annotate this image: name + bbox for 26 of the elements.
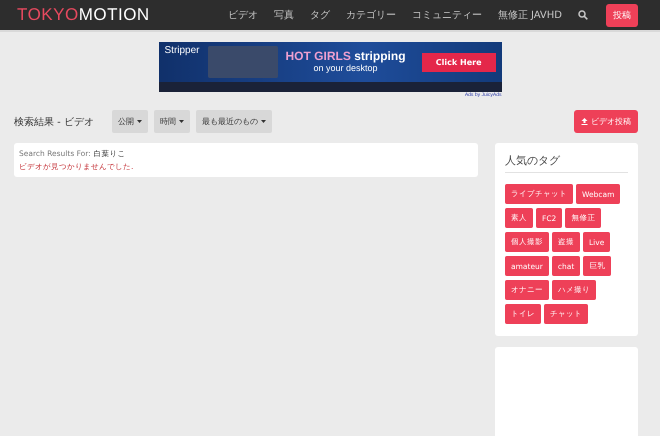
ad-subline: on your desktop — [314, 64, 378, 74]
nav-link[interactable]: タグ — [310, 8, 330, 22]
caret-icon — [260, 120, 266, 123]
caret-icon — [178, 120, 184, 123]
nav-link[interactable]: コミュニティー — [412, 8, 482, 22]
nav-link[interactable]: カテゴリー — [346, 8, 396, 22]
search-icon[interactable] — [578, 10, 588, 20]
nav-link[interactable]: ビデオ — [228, 8, 258, 22]
logo-text[interactable]: TOKYO — [17, 5, 79, 25]
filter-dropdown[interactable]: 時間 — [154, 110, 190, 133]
ad-headline: HOT GIRLS stripping — [286, 50, 406, 64]
click-here-button[interactable]: Click Here — [422, 52, 496, 72]
post-button[interactable]: 投稿 — [606, 4, 638, 26]
logo-text[interactable]: MOTION — [78, 5, 150, 25]
filter-dropdown[interactable]: 公開 — [112, 110, 148, 133]
upload-icon — [581, 118, 588, 125]
filter-dropdown[interactable]: 最も最近のもの — [196, 110, 272, 133]
photo-placeholder — [208, 46, 278, 78]
panel-title: 人気のタグ — [505, 153, 628, 173]
ad-brand: Stripper — [164, 45, 200, 56]
upload-video-button[interactable]: ビデオ投稿 — [574, 110, 638, 133]
page-title: 検索結果 - ビデオ — [14, 116, 94, 128]
nav-link[interactable]: 写真 — [274, 8, 294, 22]
nav-link[interactable]: 無修正 JAVHD — [498, 8, 562, 22]
caret-icon — [136, 120, 142, 123]
ad-banner[interactable]: Stripper HOT GIRLS stripping on your desktop Click Here — [158, 42, 502, 92]
